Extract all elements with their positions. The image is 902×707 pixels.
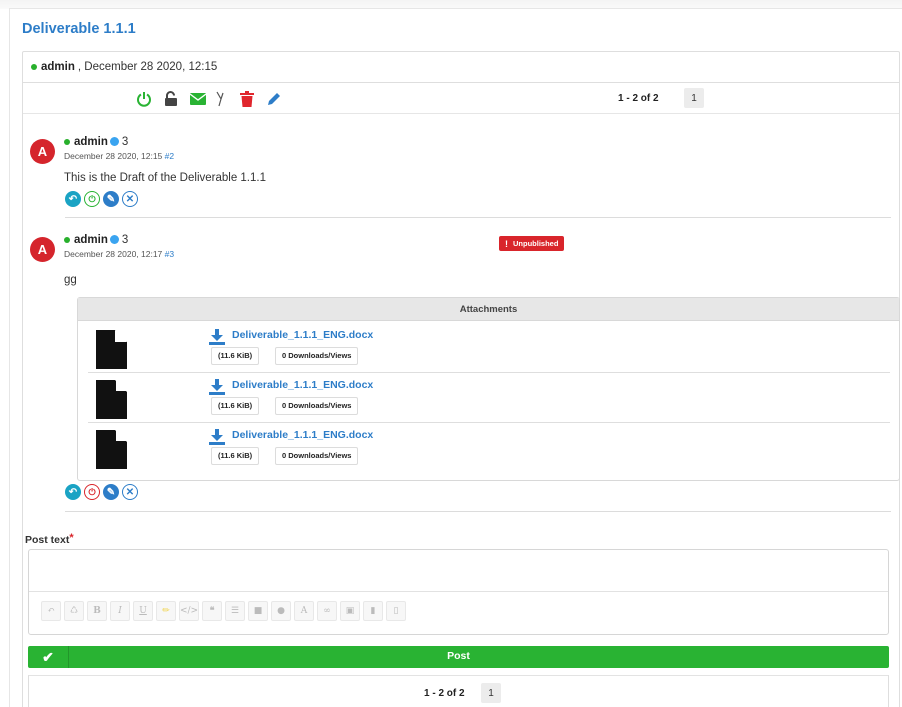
post-author-name[interactable]: admin (74, 136, 108, 148)
post-permalink[interactable]: #3 (165, 249, 174, 259)
attachment-downloads: 0 Downloads/Views (275, 397, 359, 415)
post-rank: 3 (121, 136, 129, 148)
font-color-button[interactable]: A (294, 601, 314, 621)
online-status-dot (64, 139, 70, 145)
post-author: admin 3 (64, 136, 128, 148)
unlock-icon[interactable] (162, 90, 180, 108)
post-actions: ↶ ⏻ ✎ ✕ (65, 191, 138, 207)
attachment-size: (11.6 KiB) (211, 347, 260, 365)
post-text-label: Post text* (25, 532, 74, 546)
post-body: gg (64, 274, 77, 286)
post-permalink[interactable]: #2 (165, 151, 174, 161)
envelope-icon[interactable] (189, 90, 207, 108)
pager-summary: 1 - 2 of 2 (618, 93, 659, 104)
post-date-text: December 28 2020, 12:17 (64, 249, 163, 259)
attachment-link[interactable]: Deliverable_1.1.1_ENG.docx (232, 429, 373, 441)
post-date: December 28 2020, 12:15 #2 (64, 151, 174, 161)
post-divider (65, 511, 891, 512)
attachments-header: Attachments (78, 298, 899, 321)
attachment-size: (11.6 KiB) (211, 397, 260, 415)
trash-icon[interactable] (238, 90, 256, 108)
undo-icon[interactable]: ↶ (41, 601, 61, 621)
file-icon[interactable]: ▮ (363, 601, 383, 621)
alert-icon: ! (505, 238, 508, 249)
attachment-downloads: 0 Downloads/Views (275, 447, 359, 465)
online-status-dot (64, 237, 70, 243)
avatar[interactable]: A (30, 139, 55, 164)
bottom-pager-bar: 1 - 2 of 2 1 (28, 675, 889, 707)
attachment-row: Deliverable_1.1.1_ENG.docx (11.6 KiB) 0 … (88, 373, 890, 423)
file-icon (96, 380, 127, 419)
code-icon[interactable]: </> (179, 601, 199, 621)
file-icon (96, 330, 127, 369)
post-author: admin 3 (64, 234, 128, 246)
bold-button[interactable]: B (87, 601, 107, 621)
post-body: This is the Draft of the Deliverable 1.1… (64, 172, 266, 184)
list-icon[interactable]: ☰ (225, 601, 245, 621)
post-date-text: December 28 2020, 12:15 (64, 151, 163, 161)
attachment-downloads: 0 Downloads/Views (275, 347, 359, 365)
download-icon[interactable] (209, 429, 225, 445)
topic-toolbar: 1 - 2 of 2 1 (23, 83, 899, 114)
post-text-label-text: Post text (25, 534, 70, 546)
power-icon[interactable]: ⏻ (84, 191, 100, 207)
power-icon[interactable] (135, 90, 153, 108)
quote-icon[interactable]: ❝ (202, 601, 222, 621)
post-editor: ↶ ♺ B I U ✏ </> ❝ ☰ ■ ● A ∞ ▣ ▮ ▯ (28, 549, 889, 635)
rank-badge-icon (109, 235, 119, 244)
tools-icon[interactable]: ✕ (122, 484, 138, 500)
unpublished-badge: ! Unpublished (499, 236, 565, 251)
post-date: December 28 2020, 12:17 #3 (64, 249, 174, 259)
power-icon[interactable]: ⏻ (84, 484, 100, 500)
online-status-dot (31, 64, 37, 70)
file-icon (96, 430, 127, 469)
reply-icon[interactable]: ↶ (65, 191, 81, 207)
post-button-label: Post (447, 650, 470, 662)
edit-icon[interactable]: ✎ (103, 191, 119, 207)
attachment-size: (11.6 KiB) (211, 447, 260, 465)
split-icon[interactable] (211, 90, 229, 108)
link-icon[interactable]: ∞ (317, 601, 337, 621)
image-icon[interactable]: ▣ (340, 601, 360, 621)
topic-date: , December 28 2020, 12:15 (77, 61, 218, 73)
download-icon[interactable] (209, 329, 225, 345)
page-1-button[interactable]: 1 (684, 88, 704, 108)
attachment-link[interactable]: Deliverable_1.1.1_ENG.docx (232, 379, 373, 391)
attachment-row: Deliverable_1.1.1_ENG.docx (11.6 KiB) 0 … (88, 423, 890, 473)
pencil-icon[interactable] (265, 90, 283, 108)
highlight-icon[interactable]: ✏ (156, 601, 176, 621)
page-1-button[interactable]: 1 (481, 683, 501, 703)
badge-label: Unpublished (513, 239, 559, 248)
attachment-link[interactable]: Deliverable_1.1.1_ENG.docx (232, 329, 373, 341)
post-text-input[interactable] (29, 550, 888, 592)
italic-button[interactable]: I (110, 601, 130, 621)
attachment-row: Deliverable_1.1.1_ENG.docx (11.6 KiB) 0 … (88, 323, 890, 373)
reply-icon[interactable]: ↶ (65, 484, 81, 500)
post-author-name[interactable]: admin (74, 234, 108, 246)
rank-badge-icon (109, 137, 119, 146)
underline-button[interactable]: U (133, 601, 153, 621)
attachments-panel: Attachments Deliverable_1.1.1_ENG.docx (… (77, 297, 900, 481)
topic-header: admin , December 28 2020, 12:15 (23, 52, 899, 83)
post-actions: ↶ ⏻ ✎ ✕ (65, 484, 138, 500)
avatar[interactable]: A (30, 237, 55, 262)
lock-icon[interactable]: ■ (248, 601, 268, 621)
circle-icon[interactable]: ● (271, 601, 291, 621)
clear-icon[interactable]: ▯ (386, 601, 406, 621)
edit-icon[interactable]: ✎ (103, 484, 119, 500)
recycle-icon[interactable]: ♺ (64, 601, 84, 621)
post-rank: 3 (121, 234, 129, 246)
tools-icon[interactable]: ✕ (122, 191, 138, 207)
post-button[interactable]: ✔ Post (28, 646, 889, 668)
required-mark: * (69, 532, 74, 544)
topic-author[interactable]: admin (41, 61, 75, 73)
post-divider (65, 217, 891, 218)
editor-toolbar: ↶ ♺ B I U ✏ </> ❝ ☰ ■ ● A ∞ ▣ ▮ ▯ (29, 592, 888, 621)
download-icon[interactable] (209, 379, 225, 395)
pager-summary: 1 - 2 of 2 (424, 688, 465, 699)
topic-title: Deliverable 1.1.1 (22, 21, 136, 37)
